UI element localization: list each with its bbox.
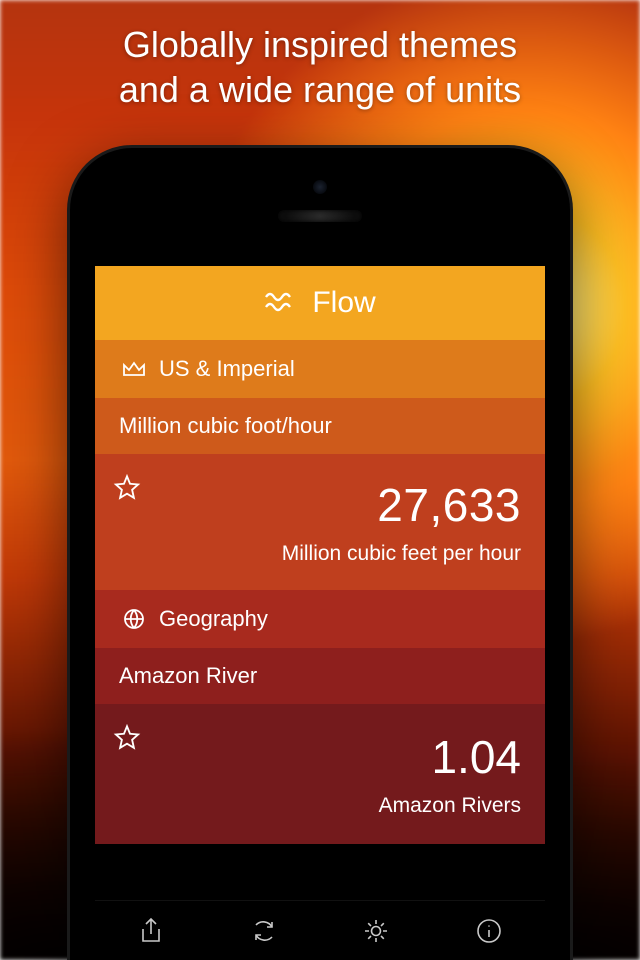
globe-icon xyxy=(109,607,159,631)
headline-line1: Globally inspired themes xyxy=(123,24,517,65)
share-button[interactable] xyxy=(129,912,173,956)
refresh-button[interactable] xyxy=(242,912,286,956)
bottom-toolbar xyxy=(95,900,545,960)
value-2-number: 1.04 xyxy=(431,730,521,784)
unit-1-label: Million cubic foot/hour xyxy=(119,413,332,439)
value-2-unit-label: Amazon Rivers xyxy=(379,794,521,818)
category-title: Flow xyxy=(312,286,375,320)
phone-sensor xyxy=(313,180,327,194)
favorite-1-star-icon[interactable] xyxy=(113,474,141,507)
phone-earpiece xyxy=(278,210,362,222)
unit-group-2-label: Geography xyxy=(159,606,268,632)
value-1-unit-label: Million cubic feet per hour xyxy=(282,542,521,566)
gear-icon xyxy=(361,916,391,951)
marketing-headline: Globally inspired themes and a wide rang… xyxy=(0,22,640,112)
info-icon xyxy=(475,917,503,950)
value-2-row[interactable]: 1.04 Amazon Rivers xyxy=(95,704,545,844)
unit-2-selector[interactable]: Amazon River xyxy=(95,648,545,704)
settings-button[interactable] xyxy=(354,912,398,956)
unit-group-1-label: US & Imperial xyxy=(159,356,295,382)
refresh-icon xyxy=(249,916,279,951)
unit-1-selector[interactable]: Million cubic foot/hour xyxy=(95,398,545,454)
crown-icon xyxy=(109,359,159,379)
category-header[interactable]: Flow xyxy=(95,266,545,340)
info-button[interactable] xyxy=(467,912,511,956)
unit-2-label: Amazon River xyxy=(119,663,257,689)
waves-icon xyxy=(264,290,298,316)
share-icon xyxy=(138,916,164,951)
unit-group-2[interactable]: Geography xyxy=(95,590,545,648)
value-1-row[interactable]: 27,633 Million cubic feet per hour xyxy=(95,454,545,590)
headline-line2: and a wide range of units xyxy=(119,69,521,110)
favorite-2-star-icon[interactable] xyxy=(113,724,141,757)
unit-group-1[interactable]: US & Imperial xyxy=(95,340,545,398)
app-screen: Flow US & Imperial Million cubic foot/ho… xyxy=(95,266,545,960)
value-1-number: 27,633 xyxy=(377,478,521,532)
phone-frame: Flow US & Imperial Million cubic foot/ho… xyxy=(70,148,570,960)
